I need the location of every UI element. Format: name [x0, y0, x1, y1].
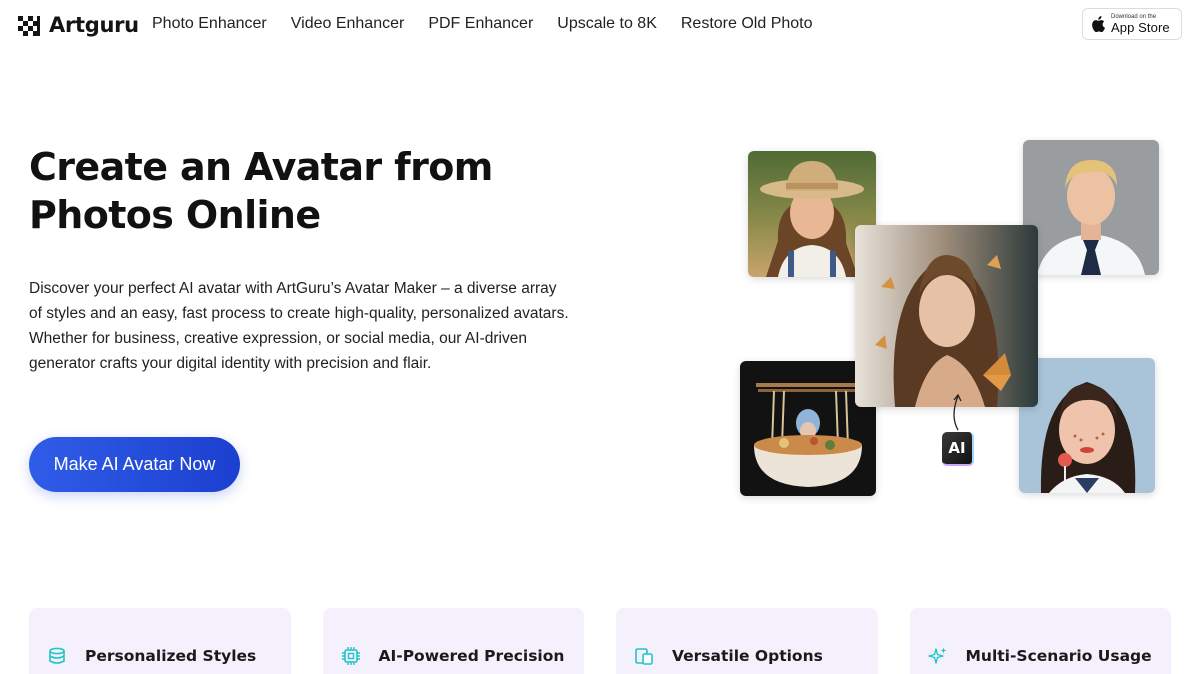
feature-card-ai-powered-precision[interactable]: AI-Powered Precision — [322, 608, 584, 674]
photo-woman-butterflies — [855, 225, 1038, 407]
sparkles-icon — [927, 647, 946, 664]
nav-item-pdf-enhancer[interactable]: PDF Enhancer — [428, 14, 533, 34]
app-store-button[interactable]: Download on the App Store — [1082, 8, 1182, 40]
hero-description: Discover your perfect AI avatar with Art… — [29, 280, 569, 372]
main-nav: Photo Enhancer Video Enhancer PDF Enhanc… — [152, 14, 813, 34]
feature-card-personalized-styles[interactable]: Personalized Styles — [29, 608, 291, 674]
top-navigation-bar: Artguru Photo Enhancer Video Enhancer PD… — [0, 0, 1200, 48]
ai-badge: AI — [942, 432, 974, 466]
nav-item-video-enhancer[interactable]: Video Enhancer — [291, 14, 405, 34]
devices-icon — [635, 648, 653, 665]
apple-icon — [1092, 16, 1105, 32]
avatar-collage: AI — [730, 130, 1170, 510]
nav-item-upscale-to-8k[interactable]: Upscale to 8K — [557, 14, 657, 34]
chip-icon — [341, 647, 360, 665]
feature-label: Personalized Styles — [85, 647, 257, 665]
photo-girl-freckles-lollipop — [1019, 358, 1155, 493]
artguru-logo-icon — [18, 16, 40, 36]
feature-card-versatile-options[interactable]: Versatile Options — [616, 608, 878, 674]
nav-item-restore-old-photo[interactable]: Restore Old Photo — [681, 14, 813, 34]
photo-man-in-tie — [1023, 140, 1159, 275]
curved-arrow-icon — [953, 393, 962, 431]
database-icon — [49, 647, 65, 664]
feature-label: Versatile Options — [672, 647, 823, 665]
artguru-logo[interactable]: Artguru — [18, 11, 139, 39]
page-title-line-2: Photos Online — [29, 193, 321, 237]
feature-card-multi-scenario-usage[interactable]: Multi-Scenario Usage — [909, 608, 1171, 674]
app-store-label: App Store — [1111, 20, 1170, 35]
nav-item-photo-enhancer[interactable]: Photo Enhancer — [152, 14, 267, 34]
feature-cards: Personalized Styles AI-Powered Precision… — [29, 608, 1171, 674]
page-title-line-1: Create an Avatar from — [29, 145, 493, 189]
make-ai-avatar-button[interactable]: Make AI Avatar Now — [29, 437, 240, 492]
page-title: Create an Avatar from Photos Online — [29, 143, 589, 239]
feature-label: AI-Powered Precision — [378, 647, 565, 665]
feature-label: Multi-Scenario Usage — [965, 647, 1152, 665]
brand-name: Artguru — [49, 13, 139, 37]
